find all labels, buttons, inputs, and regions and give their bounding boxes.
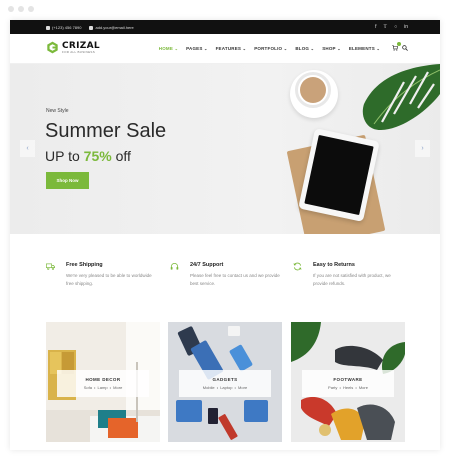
brand-name: CRIZAL (62, 40, 100, 51)
top-bar: (+123) 456 7890 add.your@email.here f 𝕋 … (10, 20, 440, 34)
category-card-home-decor[interactable]: HOME DECOR Sofa • Lamp • More (46, 322, 160, 442)
nav-item-home[interactable]: HOME ⌄ (159, 46, 178, 51)
contact-info: (+123) 456 7890 add.your@email.here (46, 25, 134, 30)
brand-tagline: FOR ALL BUSINESS (62, 49, 96, 54)
social-links: f 𝕋 ○ in (375, 24, 408, 30)
phone-text: (+123) 456 7890 (52, 25, 82, 30)
site-header: CRIZAL FOR ALL BUSINESS HOME ⌄ PAGES ⌄ FEA… (10, 34, 440, 64)
window-dot-minimize (18, 6, 24, 12)
phone-contact[interactable]: (+123) 456 7890 (46, 25, 81, 30)
feature-title: 24/7 Support (190, 262, 224, 268)
nav-label: FEATURES (215, 46, 242, 51)
tablet-screen (304, 134, 374, 216)
search-icon[interactable] (402, 45, 408, 51)
cart-count-badge (397, 42, 401, 46)
linkedin-icon[interactable]: in (404, 24, 408, 30)
category-subtitle: Party • Heels • More (328, 385, 368, 390)
nav-label: PORTFOLIO (254, 46, 283, 51)
category-title: HOME DECOR (85, 377, 121, 382)
hero-slider: New Style Summer Sale UP to 75% off Shop… (10, 64, 440, 234)
monstera-leaf-image (362, 64, 440, 130)
hero-subtitle-prefix: UP to (45, 148, 80, 164)
category-subtitle: Mobile • Laptop • More (202, 385, 248, 390)
nav-label: BLOG (295, 46, 310, 51)
window-dot-close (8, 6, 14, 12)
refresh-icon (293, 262, 302, 271)
nav-item-features[interactable]: FEATURES ⌄ (216, 46, 247, 51)
chevron-down-icon: ⌄ (204, 46, 208, 51)
phone-icon (46, 25, 50, 30)
nav-item-blog[interactable]: BLOG ⌄ (295, 46, 314, 51)
email-contact[interactable]: add.your@email.here (89, 25, 134, 30)
category-label-panel: FOOTWARE Party • Heels • More (302, 370, 394, 397)
chevron-right-icon[interactable]: › (415, 140, 430, 157)
chevron-left-icon[interactable]: ‹ (20, 140, 35, 157)
hero-eyebrow: New Style (46, 108, 69, 114)
headset-icon (170, 263, 179, 270)
hero-title: Summer Sale (45, 120, 167, 142)
chevron-down-icon: ⌄ (310, 46, 315, 51)
nav-item-pages[interactable]: PAGES ⌄ (186, 46, 207, 51)
chevron-down-icon: ⌄ (242, 46, 247, 51)
chevron-down-icon: ⌄ (283, 46, 288, 51)
mail-icon (89, 25, 94, 30)
feature-text: If you are not satisfied with product, w… (313, 273, 391, 286)
category-label-panel: HOME DECOR Sofa • Lamp • More (57, 370, 149, 397)
main-nav: HOME ⌄ PAGES ⌄ FEATURES ⌄ PORTFOLIO ⌄ BLOG ⌄ … (159, 46, 410, 51)
feature-text: Please feel free to contact us and we pr… (190, 273, 280, 286)
feature-title: Free Shipping (66, 262, 103, 268)
chevron-down-icon: ⌄ (337, 46, 341, 51)
chevron-down-icon: ⌄ (376, 46, 380, 51)
category-title: FOOTWARE (333, 377, 363, 382)
page-frame: (+123) 456 7890 add.your@email.here f 𝕋 … (10, 20, 440, 450)
hero-subtitle-suffix: off (115, 148, 131, 164)
nav-item-elements[interactable]: ELEMENTS ⌄ (349, 46, 380, 51)
coffee-image (300, 77, 326, 103)
hero-subtitle: UP to 75% off (45, 148, 131, 164)
nav-label: SHOP (322, 46, 336, 51)
feature-title: Easy to Returns (313, 262, 355, 268)
shop-now-button[interactable]: Shop Now (46, 172, 89, 189)
facebook-icon[interactable]: f (375, 24, 376, 30)
category-card-gadgets[interactable]: GADGETS Mobile • Laptop • More (168, 322, 282, 442)
category-card-footware[interactable]: FOOTWARE Party • Heels • More (291, 322, 405, 442)
nav-label: ELEMENTS (348, 46, 375, 51)
twitter-icon[interactable]: 𝕋 (384, 24, 388, 30)
category-title: GADGETS (212, 377, 238, 382)
cart-icon[interactable] (392, 45, 398, 51)
nav-item-shop[interactable]: SHOP ⌄ (322, 46, 341, 51)
window-dot-maximize (28, 6, 34, 12)
logo-mark-icon (46, 41, 59, 54)
category-cards: HOME DECOR Sofa • Lamp • More GADGETS Mo… (10, 322, 440, 442)
instagram-icon[interactable]: ○ (394, 24, 397, 30)
email-text: add.your@email.here (95, 25, 134, 30)
browser-chrome (0, 0, 450, 20)
features-section: Free Shipping We're very pleased to be a… (10, 234, 440, 322)
category-label-panel: GADGETS Mobile • Laptop • More (179, 370, 271, 397)
nav-label: PAGES (186, 46, 203, 51)
chevron-down-icon: ⌄ (174, 46, 179, 51)
site-logo[interactable]: CRIZAL FOR ALL BUSINESS (46, 41, 100, 54)
nav-item-portfolio[interactable]: PORTFOLIO ⌄ (254, 46, 287, 51)
truck-icon (46, 263, 55, 270)
nav-label: HOME (158, 46, 174, 51)
category-subtitle: Sofa • Lamp • More (83, 385, 123, 390)
feature-text: We're very pleased to be able to worldwi… (66, 273, 152, 286)
hero-discount: 75% (83, 148, 112, 164)
